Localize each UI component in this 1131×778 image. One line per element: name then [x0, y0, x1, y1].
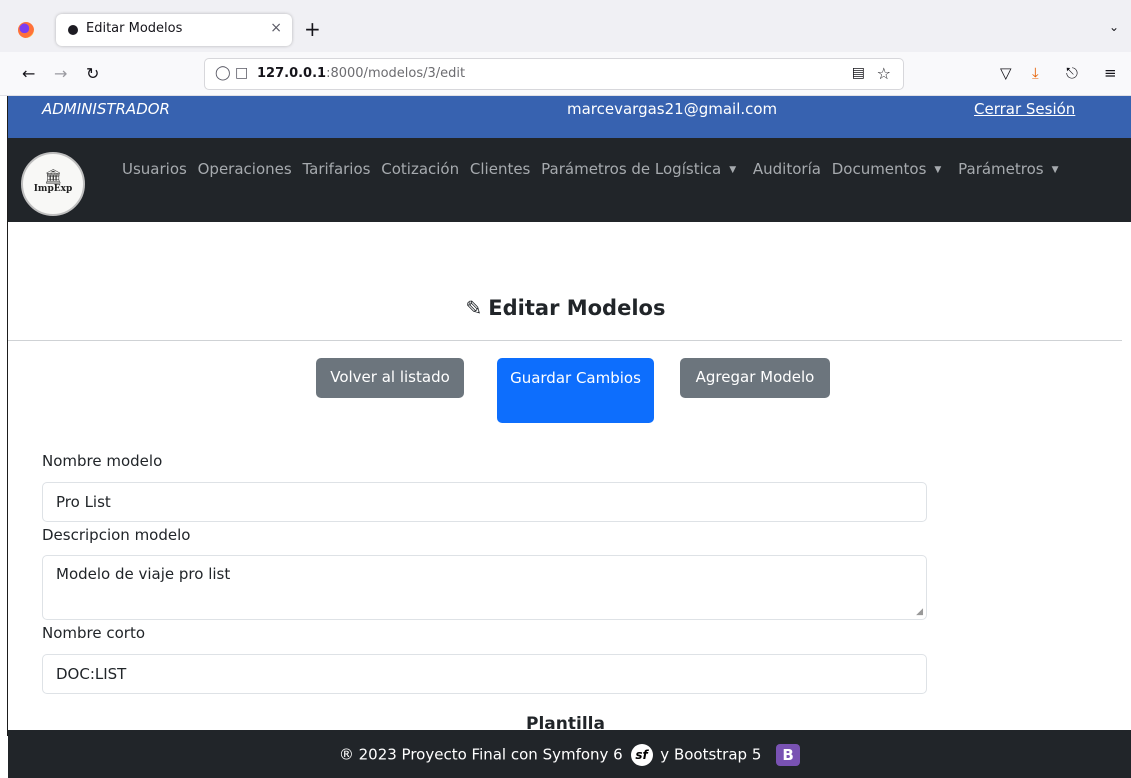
- url-text[interactable]: 127.0.0.1:8000/modelos/3/edit: [257, 66, 465, 81]
- download-icon[interactable]: ⤓: [1032, 64, 1039, 82]
- reader-view-icon[interactable]: ▤: [852, 65, 865, 81]
- new-tab-icon[interactable]: +: [304, 17, 321, 41]
- dropdown-caret-icon: ▼: [934, 164, 942, 175]
- reload-icon[interactable]: ↻: [86, 64, 99, 83]
- add-model-button[interactable]: Agregar Modelo: [680, 358, 830, 398]
- back-to-list-button[interactable]: Volver al listado: [316, 358, 464, 398]
- page-left-border: [7, 96, 8, 736]
- menu-icon[interactable]: ≡: [1104, 64, 1117, 82]
- bookmark-star-icon[interactable]: ☆: [877, 64, 891, 83]
- model-description-textarea[interactable]: Modelo de viaje pro list ◢: [42, 555, 927, 620]
- main-navbar: 🏛 ImpExp Usuarios Operaciones Tarifarios…: [8, 138, 1131, 222]
- pocket-icon[interactable]: ▽: [1000, 64, 1012, 82]
- nav-menu: Usuarios Operaciones Tarifarios Cotizaci…: [122, 160, 1071, 178]
- nav-item-cotizacion[interactable]: Cotización: [381, 160, 459, 178]
- tracking-shield-icon[interactable]: ◯: [215, 65, 231, 81]
- forward-icon[interactable]: →: [54, 64, 67, 83]
- nav-item-parametros-logistica[interactable]: Parámetros de Logística ▼: [541, 160, 742, 178]
- footer-text-end: y Bootstrap 5: [660, 745, 762, 764]
- model-name-label: Nombre modelo: [42, 452, 163, 470]
- model-name-input[interactable]: Pro List: [42, 482, 927, 522]
- save-changes-button[interactable]: Guardar Cambios: [497, 358, 654, 423]
- nav-item-documentos[interactable]: Documentos ▼: [832, 160, 948, 178]
- footer-text-start: ® 2023 Proyecto Final con Symfony 6: [338, 745, 623, 764]
- edit-icon: ✎: [465, 296, 483, 320]
- browser-toolbar: ← → ↻ ◯ □ 127.0.0.1:8000/modelos/3/edit …: [0, 52, 1131, 96]
- nav-item-clientes[interactable]: Clientes: [470, 160, 530, 178]
- nav-item-tarifarios[interactable]: Tarifarios: [302, 160, 370, 178]
- nav-item-auditoria[interactable]: Auditoría: [753, 160, 821, 178]
- divider: [8, 340, 1122, 341]
- dropdown-caret-icon: ▼: [729, 164, 737, 175]
- logout-link[interactable]: Cerrar Sesión: [974, 100, 1075, 118]
- page-info-icon[interactable]: □: [235, 65, 248, 81]
- symfony-icon: sf: [630, 744, 653, 766]
- close-tab-icon[interactable]: ×: [270, 20, 282, 36]
- model-description-label: Descripcion modelo: [42, 526, 191, 544]
- resize-handle-icon[interactable]: ◢: [916, 607, 923, 617]
- user-role: ADMINISTRADOR: [42, 100, 170, 118]
- back-icon[interactable]: ←: [22, 64, 35, 83]
- bank-icon: 🏛: [44, 169, 62, 185]
- page-title: ✎ Editar Modelos: [465, 296, 666, 320]
- tab-favicon-icon: [68, 25, 78, 35]
- list-tabs-icon[interactable]: ⌄: [1109, 20, 1119, 34]
- footer: ® 2023 Proyecto Final con Symfony 6 sf y…: [8, 730, 1131, 778]
- logo-text: ImpExp: [33, 184, 73, 194]
- browser-tab-bar: Editar Modelos × + ⌄: [0, 0, 1131, 52]
- user-email: marcevargas21@gmail.com: [567, 100, 778, 118]
- extensions-icon[interactable]: ⎋: [1066, 64, 1078, 82]
- url-bar[interactable]: ◯ □ 127.0.0.1:8000/modelos/3/edit ▤ ☆: [204, 58, 904, 90]
- dropdown-caret-icon: ▼: [1051, 164, 1059, 175]
- short-name-input[interactable]: DOC:LIST: [42, 654, 927, 694]
- brand-logo[interactable]: 🏛 ImpExp: [21, 152, 85, 216]
- nav-item-operaciones[interactable]: Operaciones: [198, 160, 292, 178]
- bootstrap-icon: B: [776, 744, 801, 766]
- browser-tab[interactable]: Editar Modelos ×: [56, 14, 292, 46]
- short-name-label: Nombre corto: [42, 624, 146, 642]
- nav-item-usuarios[interactable]: Usuarios: [122, 160, 187, 178]
- user-strip: ADMINISTRADOR marcevargas21@gmail.com Ce…: [8, 96, 1131, 138]
- model-description-value: Modelo de viaje pro list: [56, 565, 231, 583]
- nav-item-parametros[interactable]: Parámetros ▼: [958, 160, 1064, 178]
- firefox-icon: [18, 22, 34, 38]
- tab-title: Editar Modelos: [86, 21, 183, 36]
